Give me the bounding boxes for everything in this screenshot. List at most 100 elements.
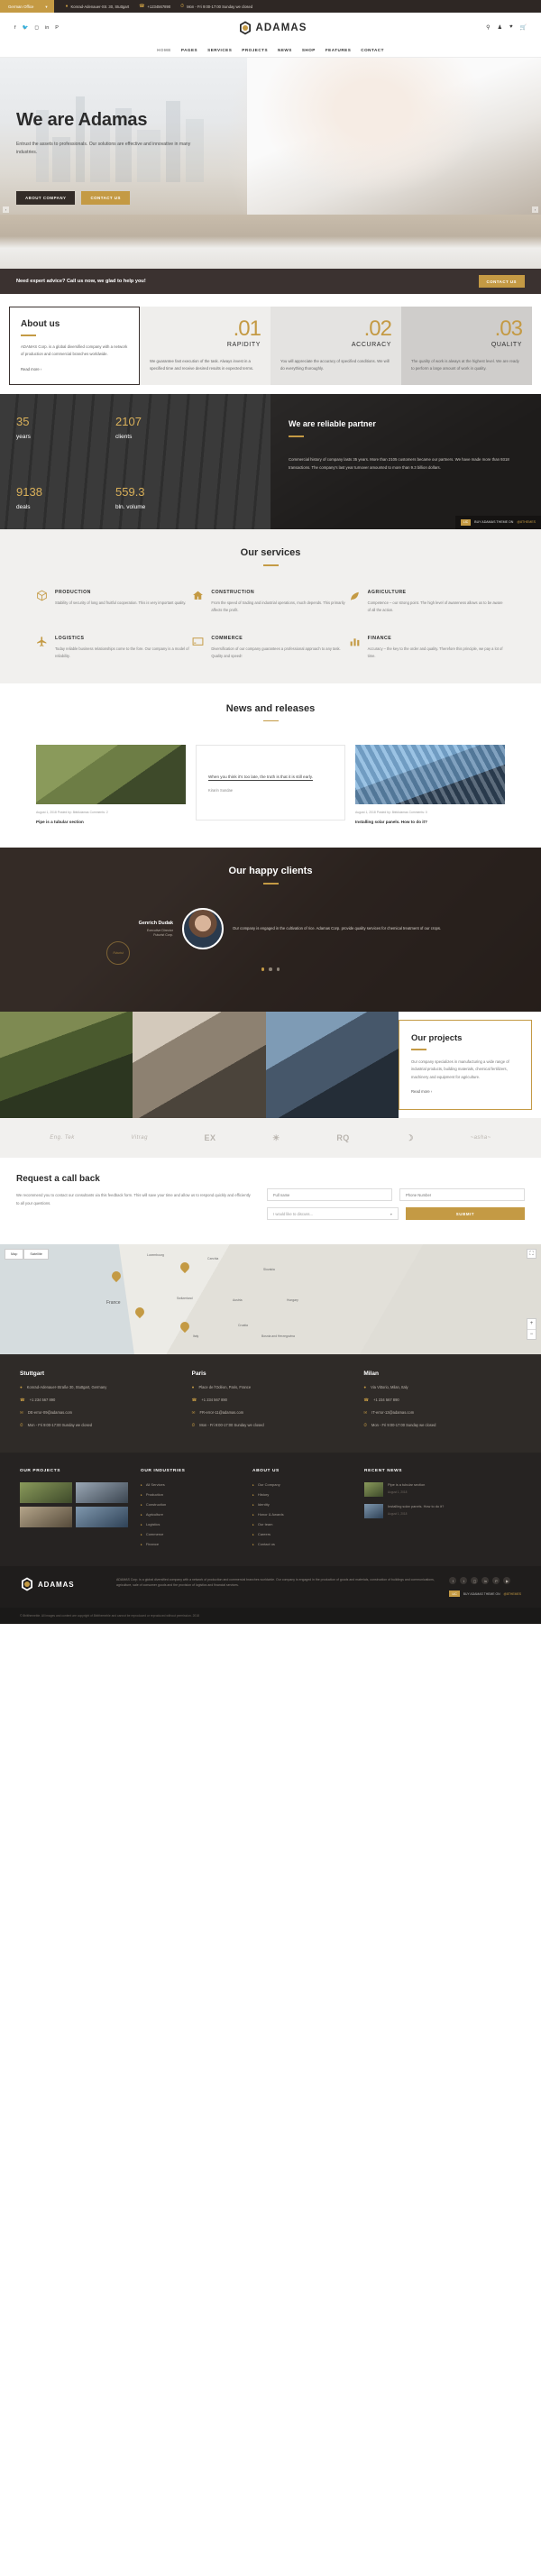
list-item[interactable]: ▸ Commerce xyxy=(141,1532,240,1536)
map-label: Austria xyxy=(233,1298,243,1303)
footer-project-thumb[interactable] xyxy=(20,1507,72,1528)
youtube-icon[interactable]: ▶ xyxy=(503,1577,511,1585)
recent-news-item[interactable]: Installing solar panels. How to do it? A… xyxy=(364,1504,521,1519)
instagram-icon[interactable]: ◻ xyxy=(471,1577,479,1585)
nav-item-features[interactable]: FEATURES xyxy=(326,48,351,52)
heart-icon[interactable]: ♥ xyxy=(509,24,513,31)
office-email[interactable]: ✉ DE-error-09@adamas.com xyxy=(20,1410,178,1416)
news-grid: August 1, 2018 Posted by: 8bitAdamas Com… xyxy=(0,721,541,826)
theme-purchase-badge[interactable]: LIC BUY ADAMAS THEME ON @8THEMES xyxy=(454,515,541,529)
search-icon[interactable]: ⚲ xyxy=(486,24,490,31)
footer-theme-badge[interactable]: LIC BUY ADAMAS THEME ON @8THEMES xyxy=(449,1591,521,1598)
office-email[interactable]: ✉ FR-error-11@adamas.com xyxy=(192,1410,350,1416)
contact-us-button[interactable]: CONTACT US xyxy=(81,191,130,205)
office-phone[interactable]: ☎ +1 234 567 890 xyxy=(192,1398,350,1404)
office-phone[interactable]: ☎ +1 234 567 890 xyxy=(20,1398,178,1404)
recent-news-item[interactable]: Pipe is a tubular section August 1, 2018 xyxy=(364,1482,521,1498)
list-item[interactable]: ▸ Logistics xyxy=(141,1522,240,1526)
office-city: Paris xyxy=(191,1371,206,1378)
news-quote-card[interactable]: When you think it's too late, the truth … xyxy=(196,745,345,826)
service-item-commerce[interactable]: COMMERCE Diversification of our company … xyxy=(192,636,348,660)
list-item[interactable]: ▸ Finance xyxy=(141,1542,240,1546)
pinterest-icon[interactable]: P xyxy=(492,1577,500,1585)
news-card-title: Installing solar panels. How to do it? xyxy=(355,820,427,825)
linkedin-icon[interactable]: in xyxy=(45,25,49,31)
nav-item-projects[interactable]: PROJECTS xyxy=(242,48,268,52)
list-item[interactable]: ▸ Our Company xyxy=(252,1482,352,1487)
map-section[interactable]: Map Satellite ⛶ + − Czechia Slovakia Lux… xyxy=(0,1244,541,1355)
projects-readmore-link[interactable]: Read more › xyxy=(411,1089,519,1094)
cart-icon[interactable]: 🛒 xyxy=(520,24,527,31)
topic-select[interactable]: I would like to discuss... ▾ xyxy=(267,1207,399,1221)
linkedin-icon[interactable]: in xyxy=(481,1577,490,1585)
submit-button[interactable]: SUBMIT xyxy=(406,1207,525,1221)
footer-project-thumb[interactable] xyxy=(76,1507,128,1528)
footer-project-thumb[interactable] xyxy=(20,1482,72,1504)
fullname-input[interactable] xyxy=(267,1188,392,1202)
list-item[interactable]: ▸ Agriculture xyxy=(141,1512,240,1517)
testimonial-dot-3[interactable] xyxy=(276,967,280,971)
brand-logo[interactable]: ADAMAS xyxy=(59,21,486,35)
map-pin-milan[interactable] xyxy=(178,1320,192,1334)
list-item[interactable]: ▸ Our team xyxy=(252,1522,352,1526)
map-pin-berlin[interactable] xyxy=(178,1260,192,1274)
site-footer: OUR PROJECTS OUR INDUSTRIES ▸ All Service… xyxy=(0,1453,541,1567)
list-item[interactable]: ▸ All Services xyxy=(141,1482,240,1487)
project-image-pipe[interactable] xyxy=(265,1012,399,1119)
service-item-logistics[interactable]: LOGISTICS Today reliable business relati… xyxy=(36,636,192,660)
project-image-springs[interactable] xyxy=(133,1012,266,1119)
facebook-icon[interactable]: f xyxy=(14,25,16,31)
service-item-production[interactable]: PRODUCTION Stability of security of long… xyxy=(36,590,192,614)
list-item[interactable]: ▸ Contact us xyxy=(252,1542,352,1546)
map-pin-stuttgart[interactable] xyxy=(109,1270,124,1283)
service-item-finance[interactable]: FINANCE Accuracy – the key to the order … xyxy=(349,636,505,660)
hero-prev-arrow[interactable]: ‹ xyxy=(3,206,9,213)
testimonial-dot-2[interactable] xyxy=(269,967,272,971)
office-email[interactable]: ✉ IT-error-13@adamas.com xyxy=(363,1410,521,1416)
office-phone[interactable]: ☎ +1 234 567 890 xyxy=(363,1398,521,1404)
services-section: Our services PRODUCTION Stability of sec… xyxy=(0,528,541,683)
instagram-icon[interactable]: ◻ xyxy=(34,25,39,31)
top-phone[interactable]: ☎ +1234567890 xyxy=(139,4,170,9)
about-readmore-link[interactable]: Read more › xyxy=(21,367,128,371)
advice-contact-button[interactable]: CONTACT US xyxy=(478,275,525,288)
footer-brand[interactable]: ADAMAS xyxy=(20,1577,105,1591)
list-item[interactable]: ▸ Production xyxy=(141,1492,240,1497)
phone-input[interactable] xyxy=(399,1188,525,1202)
news-card[interactable]: August 1, 2018 Posted by: 8bitAdamas Com… xyxy=(355,745,505,826)
quote-text: When you think it's too late, the truth … xyxy=(208,774,313,779)
hero-next-arrow[interactable]: › xyxy=(532,206,538,213)
office-selector[interactable]: German Office ▼ xyxy=(0,0,55,13)
footer-project-thumb[interactable] xyxy=(76,1482,128,1504)
testimonial-name: Genrich Dudak xyxy=(138,921,173,927)
map-pin-paris[interactable] xyxy=(133,1306,147,1319)
user-icon[interactable]: ♟ xyxy=(498,24,502,31)
map-tab-map[interactable]: Map xyxy=(5,1249,24,1260)
social-links: f 🐦 ◻ in P xyxy=(14,25,59,31)
nav-item-pages[interactable]: PAGES xyxy=(181,48,197,52)
service-item-construction[interactable]: CONSTRUCTION From the speed of trading a… xyxy=(192,590,348,614)
map-zoom-out-button[interactable]: − xyxy=(527,1329,536,1339)
twitter-icon[interactable]: 🐦 xyxy=(23,25,29,31)
list-item[interactable]: ▸ Honor & Awards xyxy=(252,1512,352,1517)
facebook-icon[interactable]: f xyxy=(449,1577,457,1585)
list-item[interactable]: ▸ Identity xyxy=(252,1502,352,1507)
twitter-icon[interactable]: t xyxy=(460,1577,468,1585)
map-zoom-in-button[interactable]: + xyxy=(527,1319,536,1329)
about-company-button[interactable]: ABOUT COMPANY xyxy=(16,191,76,205)
nav-item-home[interactable]: HOME xyxy=(157,48,171,52)
nav-item-news[interactable]: NEWS xyxy=(278,48,292,52)
map-fullscreen-icon[interactable]: ⛶ xyxy=(527,1249,536,1260)
service-item-agriculture[interactable]: AGRICULTURE Competence – our strong poin… xyxy=(349,590,505,614)
project-image-tractor[interactable] xyxy=(0,1012,133,1119)
map-tab-satellite[interactable]: Satellite xyxy=(23,1249,49,1260)
news-card[interactable]: August 1, 2018 Posted by: 8bitAdamas Com… xyxy=(36,745,186,826)
map-label: Switzerland xyxy=(177,1297,193,1301)
nav-item-shop[interactable]: SHOP xyxy=(302,48,316,52)
nav-item-contact[interactable]: CONTACT xyxy=(361,48,384,52)
list-item[interactable]: ▸ History xyxy=(252,1492,352,1497)
nav-item-services[interactable]: SERVICES xyxy=(207,48,232,52)
list-item[interactable]: ▸ Construction xyxy=(141,1502,240,1507)
testimonial-dot-1[interactable] xyxy=(261,967,265,971)
list-item[interactable]: ▸ Careers xyxy=(252,1532,352,1536)
